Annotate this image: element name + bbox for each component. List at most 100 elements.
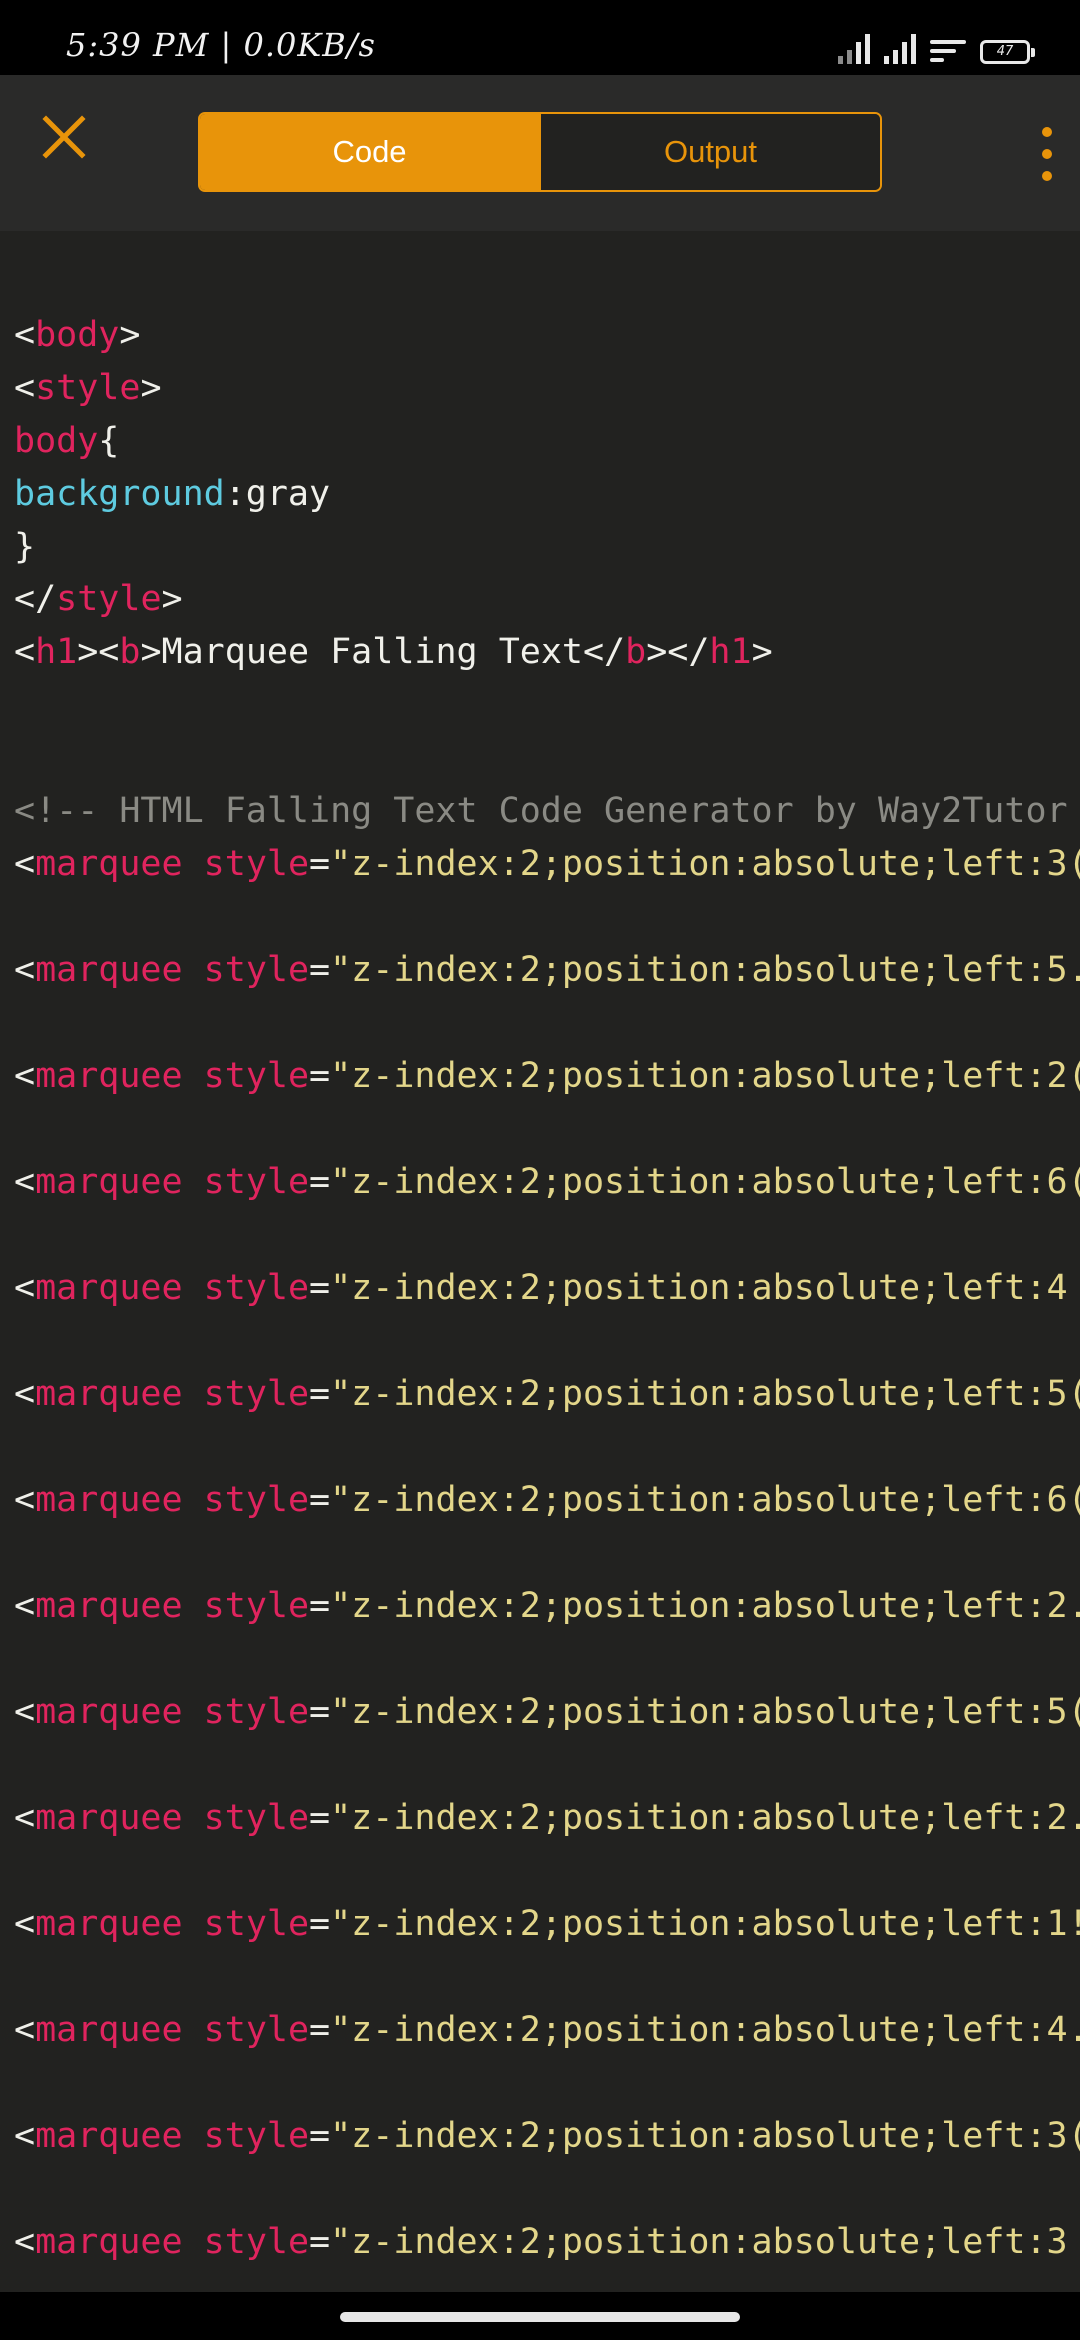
- code-line: <marquee style="z-index:2;position:absol…: [14, 2220, 1068, 2264]
- view-toggle: Code Output: [198, 112, 882, 192]
- code-line: <body>: [14, 313, 140, 357]
- code-token-tag: b: [119, 632, 141, 672]
- code-line: <marquee style="z-index:2;position:absol…: [14, 1690, 1080, 1734]
- tab-code[interactable]: Code: [200, 114, 539, 190]
- code-token-punct: <: [14, 2222, 36, 2262]
- code-token-tag: marquee: [35, 844, 183, 884]
- code-token-punct: =: [309, 1904, 331, 1944]
- code-token-tag: marquee: [35, 1374, 183, 1414]
- code-token-punct: [183, 844, 204, 884]
- code-token-tag: body: [14, 421, 99, 461]
- battery-icon: 47: [980, 40, 1035, 64]
- code-token-str: "z-index:2;position:absolute;left:5.: [330, 950, 1080, 990]
- code-line: <marquee style="z-index:2;position:absol…: [14, 1796, 1080, 1840]
- code-token-punct: [183, 2116, 204, 2156]
- code-line: <!-- HTML Falling Text Code Generator by…: [14, 789, 1068, 833]
- code-token-punct: =: [309, 1374, 331, 1414]
- code-token-tag: style: [203, 844, 310, 884]
- code-token-punct: }: [14, 527, 36, 567]
- code-token-punct: <: [14, 844, 36, 884]
- code-token-tag: b: [625, 632, 647, 672]
- code-token-punct: ></: [646, 632, 710, 672]
- code-editor[interactable]: <body> <style> body{background:gray} </styl…: [0, 231, 1080, 2291]
- code-token-punct: =: [309, 1480, 331, 1520]
- code-token-punct: </: [14, 579, 57, 619]
- code-token-punct: =: [309, 2222, 331, 2262]
- code-line: body{: [14, 419, 119, 463]
- code-token-tag: marquee: [35, 1162, 183, 1202]
- code-token-str: "z-index:2;position:absolute;left:1!: [330, 1904, 1080, 1944]
- menu-dot: [1042, 149, 1052, 159]
- code-token-tag: style: [203, 1904, 310, 1944]
- code-token-punct: =: [309, 844, 331, 884]
- code-token-tag: marquee: [35, 1586, 183, 1626]
- code-line: background:gray: [14, 472, 330, 516]
- code-token-prop: background: [14, 474, 225, 514]
- home-indicator[interactable]: [340, 2312, 740, 2322]
- more-vertical-icon: [1042, 127, 1052, 137]
- code-line: <marquee style="z-index:2;position:absol…: [14, 842, 1080, 886]
- code-token-tag: style: [203, 1268, 310, 1308]
- code-token-punct: =: [309, 2010, 331, 2050]
- close-icon: [42, 115, 86, 159]
- code-line: <marquee style="z-index:2;position:absol…: [14, 1266, 1068, 1310]
- code-token-tag: marquee: [35, 1268, 183, 1308]
- code-token-tag: h1: [35, 632, 78, 672]
- code-line: <marquee style="z-index:2;position:absol…: [14, 1160, 1080, 1204]
- code-token-punct: <: [14, 2010, 36, 2050]
- code-token-punct: <: [14, 1692, 36, 1732]
- signal-icon: [838, 34, 870, 64]
- code-token-punct: <: [14, 1374, 36, 1414]
- code-token-punct: <: [14, 1586, 36, 1626]
- code-token-tag: marquee: [35, 1056, 183, 1096]
- code-token-str: "z-index:2;position:absolute;left:5(: [330, 1374, 1080, 1414]
- code-line: <marquee style="z-index:2;position:absol…: [14, 1478, 1080, 1522]
- code-token-tag: style: [203, 1692, 310, 1732]
- code-token-punct: [183, 1162, 204, 1202]
- code-token-str: "z-index:2;position:absolute;left:6(: [330, 1162, 1080, 1202]
- code-token-punct: [183, 1904, 204, 1944]
- code-line: <marquee style="z-index:2;position:absol…: [14, 1372, 1080, 1416]
- app-bar: Code Output: [0, 75, 1080, 231]
- code-token-tag: body: [35, 315, 120, 355]
- code-token-punct: =: [309, 1162, 331, 1202]
- code-token-punct: >: [161, 579, 183, 619]
- tab-output[interactable]: Output: [539, 114, 880, 190]
- code-line: <marquee style="z-index:2;position:absol…: [14, 1584, 1080, 1628]
- code-line: }: [14, 525, 35, 569]
- code-token-str: "z-index:2;position:absolute;left:2.: [330, 1586, 1080, 1626]
- code-token-punct: <: [14, 1268, 36, 1308]
- code-token-tag: style: [203, 2116, 310, 2156]
- code-token-tag: marquee: [35, 950, 183, 990]
- code-token-tag: marquee: [35, 1798, 183, 1838]
- code-line: <marquee style="z-index:2;position:absol…: [14, 2008, 1080, 2052]
- code-token-punct: [183, 1374, 204, 1414]
- more-options-button[interactable]: [1032, 119, 1062, 189]
- code-token-comment: <!-- HTML Falling Text Code Generator by…: [14, 791, 1068, 831]
- code-token-str: "z-index:2;position:absolute;left:2(: [330, 1056, 1080, 1096]
- status-time: 5:39 PM | 0.0KB/s: [66, 26, 376, 64]
- code-token-punct: [183, 1056, 204, 1096]
- status-bar: 5:39 PM | 0.0KB/s 47: [0, 0, 1080, 75]
- code-token-tag: style: [203, 1798, 310, 1838]
- code-token-punct: <: [14, 2116, 36, 2156]
- code-token-punct: >Marquee Falling Text</: [140, 632, 626, 672]
- code-token-punct: <: [14, 1480, 36, 1520]
- code-token-punct: <: [14, 632, 36, 672]
- code-token-punct: [183, 1480, 204, 1520]
- code-token-punct: =: [309, 1586, 331, 1626]
- code-token-tag: h1: [709, 632, 752, 672]
- close-button[interactable]: [36, 109, 92, 165]
- code-token-str: "z-index:2;position:absolute;left:3(: [330, 2116, 1080, 2156]
- code-token-punct: <: [14, 1798, 36, 1838]
- code-token-punct: <: [14, 1904, 36, 1944]
- code-token-punct: >: [140, 368, 162, 408]
- code-token-tag: style: [203, 1162, 310, 1202]
- code-token-punct: [183, 1798, 204, 1838]
- code-line: <marquee style="z-index:2;position:absol…: [14, 948, 1080, 992]
- code-token-str: "z-index:2;position:absolute;left:3: [330, 2222, 1068, 2262]
- code-token-str: "z-index:2;position:absolute;left:6(: [330, 1480, 1080, 1520]
- code-token-punct: <: [14, 1056, 36, 1096]
- code-token-punct: <: [14, 368, 36, 408]
- code-token-tag: marquee: [35, 2010, 183, 2050]
